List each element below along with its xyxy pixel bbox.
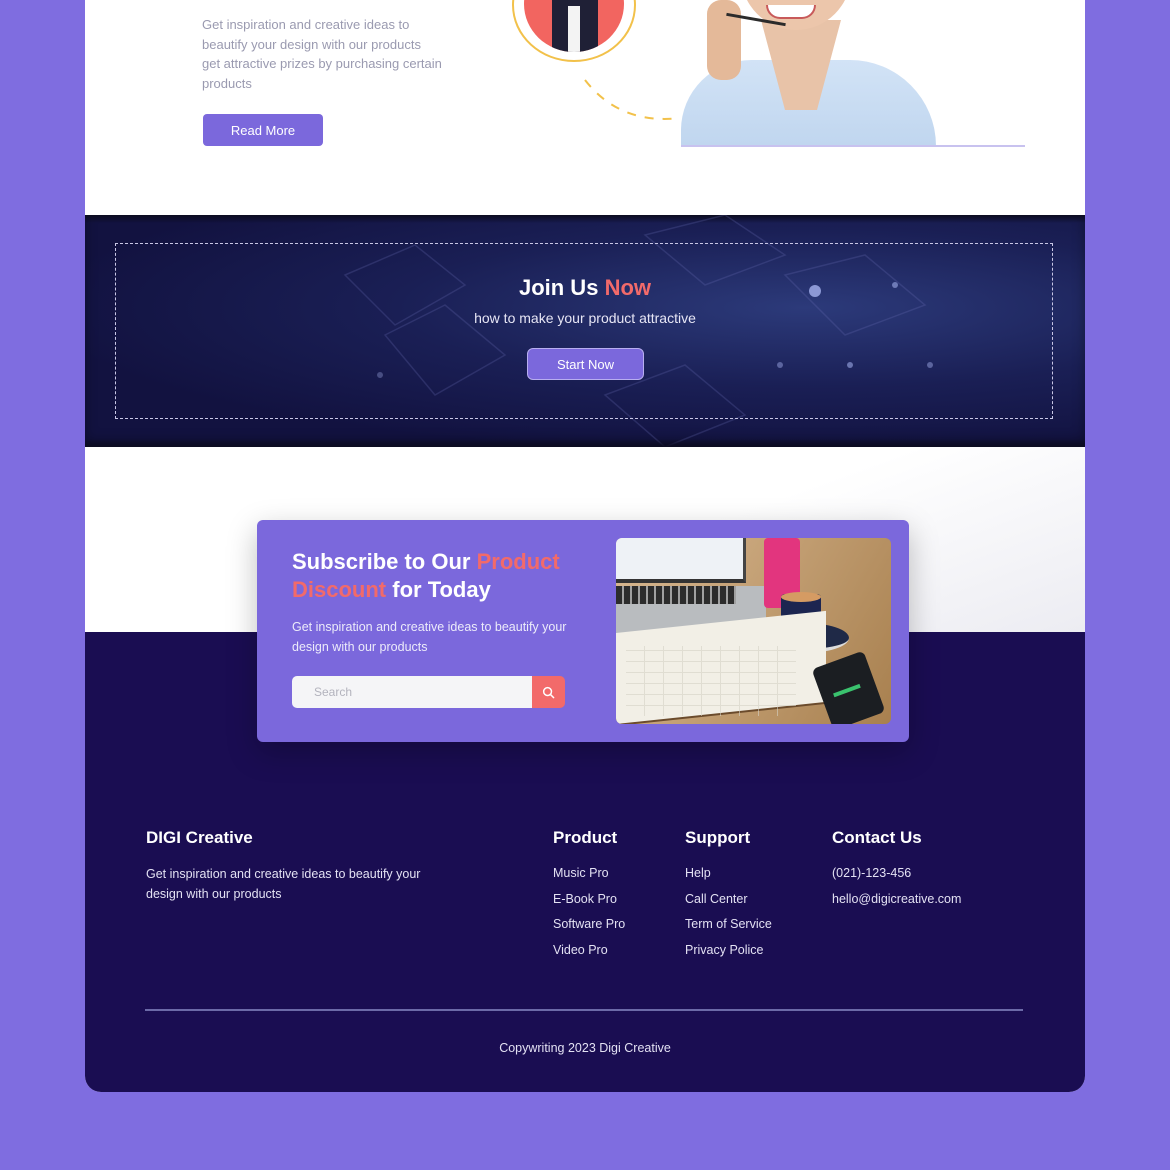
support-avatar [512,0,636,62]
read-more-button[interactable]: Read More [203,114,323,146]
footer-link-music-pro[interactable]: Music Pro [553,863,625,889]
footer-column-support: Support Help Call Center Term of Service… [685,828,772,966]
footer-link-help[interactable]: Help [685,863,772,889]
footer-column-title: Product [553,828,618,847]
join-subtitle: how to make your product attractive [474,310,696,326]
footer-link-software-pro[interactable]: Software Pro [553,914,625,940]
join-section: Join Us Now how to make your product att… [85,215,1085,447]
footer-divider [145,1009,1023,1011]
hero-description: Get inspiration and creative ideas to be… [202,17,442,92]
subscribe-card: Subscribe to Our Product Discount for To… [257,520,909,742]
footer-column-title: Support [685,828,751,847]
footer-link-terms[interactable]: Term of Service [685,914,772,940]
subscribe-description: Get inspiration and creative ideas to be… [292,620,567,654]
footer-phone[interactable]: (021)-123-456 [832,863,961,889]
dashed-frame [115,243,1053,419]
subscribe-search [292,676,565,708]
support-agent-image [681,0,941,146]
footer-column-title: Contact Us [832,828,922,847]
workspace-photo [616,538,891,724]
start-now-button[interactable]: Start Now [527,348,644,380]
dashed-connector [584,79,681,120]
footer-email[interactable]: hello@digicreative.com [832,889,961,915]
footer-link-video-pro[interactable]: Video Pro [553,940,625,966]
footer-column-product: Product Music Pro E-Book Pro Software Pr… [553,828,625,966]
join-title-accent: Now [604,275,652,300]
search-icon [542,686,555,698]
footer-column-contact: Contact Us (021)-123-456 hello@digicreat… [832,828,961,914]
search-button[interactable] [532,676,565,708]
footer-link-ebook-pro[interactable]: E-Book Pro [553,889,625,915]
join-title: Join Us Now [518,275,652,300]
hero-divider [681,145,1025,147]
avatar-photo [524,0,624,52]
footer-link-privacy[interactable]: Privacy Police [685,940,772,966]
footer-brand: DIGI Creative [146,828,253,847]
search-input[interactable] [292,676,533,708]
subscribe-title: Subscribe to Our Product Discount for To… [292,549,560,602]
copyright-text: Copywriting 2023 Digi Creative [499,1041,671,1055]
footer-link-call-center[interactable]: Call Center [685,889,772,915]
landing-page: Get inspiration and creative ideas to be… [85,0,1085,1092]
footer-description: Get inspiration and creative ideas to be… [146,867,421,901]
hero-section: Get inspiration and creative ideas to be… [85,0,1085,215]
